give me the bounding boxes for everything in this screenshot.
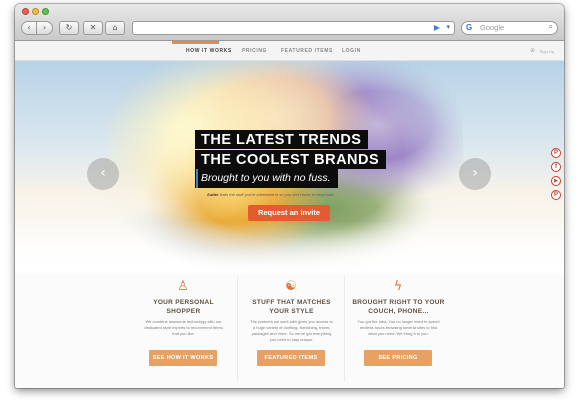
zoom-window-button[interactable] [42, 8, 49, 15]
feature-title: YOUR PERSONAL SHOPPER [153, 299, 214, 315]
youtube-icon[interactable]: ▶ [551, 176, 561, 186]
forward-icon: › [42, 23, 47, 32]
signup-link[interactable]: Sign Up [540, 49, 554, 54]
feature-title: BROUGHT RIGHT TO YOUR COUCH, PHONE... [352, 299, 445, 315]
features-section: ♙ YOUR PERSONAL SHOPPER We combine aweso… [130, 276, 452, 384]
yin-yang-icon: ☯ [285, 279, 297, 294]
minimize-window-button[interactable] [32, 8, 39, 15]
hero-headline-2: THE COOLEST BRANDS [195, 150, 387, 169]
stop-button[interactable]: ✕ [83, 21, 103, 35]
nav-login[interactable]: LOGIN [342, 48, 361, 54]
feature-personal-shopper: ♙ YOUR PERSONAL SHOPPER We combine aweso… [130, 276, 237, 382]
back-icon: ‹ [27, 23, 31, 32]
feature-delivery: ϟ BROUGHT RIGHT TO YOUR COUCH, PHONE... … [344, 276, 451, 382]
browser-window: ‹ › ↻ ✕ ⌂ ▶ ▾ G Google ⌕ HOW IT WORKS PR… [15, 4, 564, 388]
see-how-it-works-button[interactable]: SEE HOW IT WORKS [149, 350, 217, 366]
subheadline-accent [196, 169, 198, 188]
hero-headline-1: THE LATEST TRENDS [195, 130, 369, 149]
see-pricing-button[interactable]: SEE PRICING [364, 350, 432, 366]
close-window-button[interactable] [22, 8, 29, 15]
feature-description: We combine awesome technology with our d… [144, 319, 223, 336]
chevron-right-icon: › [472, 165, 478, 181]
lightning-icon: ϟ [393, 279, 403, 294]
search-placeholder: Google [480, 23, 505, 32]
search-icon[interactable]: ⌕ [549, 22, 553, 32]
pinterest-secondary-icon[interactable]: P [551, 190, 561, 200]
hero-tagline: Sutter finds the stuff you're interested… [207, 192, 337, 197]
carousel-prev-button[interactable]: ‹ [87, 158, 119, 190]
feature-title: STUFF THAT MATCHES YOUR STYLE [252, 299, 331, 315]
browser-toolbar: ‹ › ↻ ✕ ⌂ ▶ ▾ G Google ⌕ [15, 4, 564, 41]
chevron-left-icon: ‹ [100, 165, 106, 181]
feature-style-match: ☯ STUFF THAT MATCHES YOUR STYLE The part… [237, 276, 344, 382]
stop-icon: ✕ [89, 23, 97, 32]
home-button[interactable]: ⌂ [105, 21, 125, 35]
google-logo-icon: G [466, 23, 473, 32]
nav-how-it-works[interactable]: HOW IT WORKS [186, 48, 232, 54]
hero-subheadline: Brought to you with no fuss. [195, 169, 338, 188]
site-navigation: HOW IT WORKS PRICING FEATURED ITEMS LOGI… [15, 41, 564, 61]
nav-pricing[interactable]: PRICING [242, 48, 267, 54]
feature-description: The partners we work with gives you acce… [250, 319, 333, 342]
search-field[interactable]: G Google ⌕ [461, 21, 558, 35]
feature-description: You got the idea. You no longer need to … [357, 319, 440, 336]
back-button[interactable]: ‹ [21, 21, 37, 35]
active-nav-indicator [172, 41, 219, 44]
pinterest-icon[interactable]: P [551, 148, 561, 158]
signup-icon: ⊕ [529, 47, 535, 54]
home-icon: ⌂ [112, 23, 118, 32]
request-invite-button[interactable]: Request an invite [248, 205, 330, 221]
url-dropdown-icon[interactable]: ▾ [446, 23, 450, 31]
tagline-brand: Sutter [207, 192, 219, 197]
nav-featured-items[interactable]: FEATURED ITEMS [281, 48, 333, 54]
facebook-icon[interactable]: f [551, 162, 561, 172]
hero-banner: THE LATEST TRENDS THE COOLEST BRANDS Bro… [15, 61, 564, 274]
featured-items-button[interactable]: FEATURED ITEMS [257, 350, 325, 366]
reload-button[interactable]: ↻ [59, 21, 79, 35]
go-icon[interactable]: ▶ [434, 23, 440, 32]
reload-icon: ↻ [65, 23, 73, 32]
address-bar[interactable]: ▶ ▾ [132, 21, 455, 35]
carousel-next-button[interactable]: › [459, 158, 491, 190]
tagline-text: finds the stuff you're interested in so … [219, 192, 337, 197]
shopper-person-icon: ♙ [177, 279, 189, 294]
forward-button[interactable]: › [37, 21, 53, 35]
